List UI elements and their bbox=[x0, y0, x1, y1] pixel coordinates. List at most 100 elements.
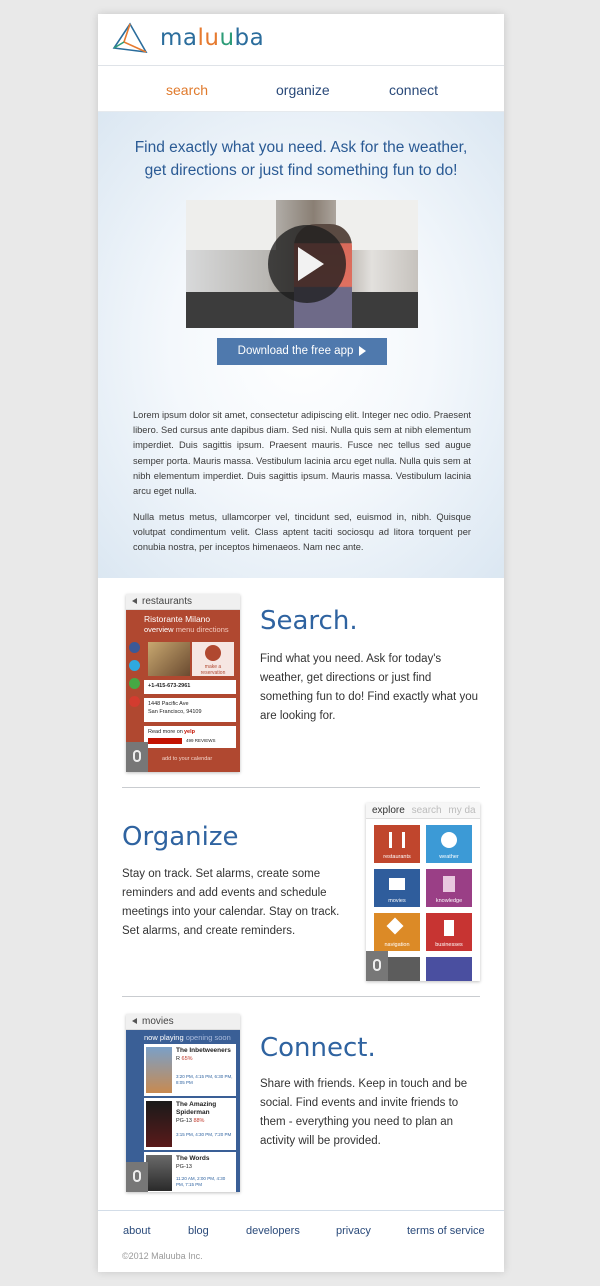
nav-search[interactable]: search bbox=[166, 82, 208, 98]
back-arrow-icon bbox=[132, 598, 137, 605]
phone-header: restaurants bbox=[126, 594, 240, 610]
movie-poster bbox=[146, 1047, 172, 1093]
organize-title: Organize bbox=[122, 822, 239, 852]
video-frame-detail bbox=[186, 200, 276, 250]
wordmark-part: u bbox=[219, 25, 235, 51]
tile-weather[interactable]: weather bbox=[426, 825, 472, 863]
phone-row[interactable]: +1-415-673-2961 bbox=[144, 680, 236, 694]
tab-explore[interactable]: explore bbox=[372, 805, 405, 816]
microphone-icon[interactable] bbox=[366, 951, 388, 981]
twitter-icon[interactable] bbox=[129, 660, 140, 671]
reservation-label: make a reservation bbox=[200, 664, 226, 676]
microphone-icon[interactable] bbox=[126, 1162, 148, 1192]
add-to-calendar[interactable]: add to your calendar bbox=[162, 756, 212, 762]
search-title: Search. bbox=[260, 606, 358, 636]
back-arrow-icon bbox=[132, 1018, 137, 1025]
nav-connect[interactable]: connect bbox=[389, 82, 438, 98]
phone-header: movies bbox=[126, 1014, 240, 1030]
tab-directions[interactable]: directions bbox=[197, 625, 229, 634]
mic-glyph bbox=[373, 959, 381, 971]
movie-title: The Amazing Spiderman bbox=[176, 1101, 217, 1116]
movie-poster bbox=[146, 1155, 172, 1191]
facebook-icon[interactable] bbox=[129, 642, 140, 653]
sun-icon bbox=[441, 832, 457, 848]
tab-overview[interactable]: overview bbox=[144, 625, 174, 634]
hero-title-line: Find exactly what you need. Ask for the … bbox=[134, 139, 468, 156]
rating-stars-icon bbox=[148, 738, 182, 744]
tab-menu[interactable]: menu bbox=[176, 625, 195, 634]
movie-title: The Words bbox=[176, 1155, 210, 1162]
nav-organize[interactable]: organize bbox=[276, 82, 330, 98]
restaurant-name: Ristorante Milano bbox=[144, 614, 211, 624]
brand-wordmark[interactable]: maluuba bbox=[160, 25, 264, 51]
connect-text: Share with friends. Keep in touch and be… bbox=[260, 1078, 468, 1147]
tab-search[interactable]: search bbox=[412, 805, 442, 816]
yelp-read-more: Read more on bbox=[148, 729, 183, 735]
tile-label: restaurants bbox=[383, 854, 411, 860]
tile-knowledge[interactable]: knowledge bbox=[426, 869, 472, 907]
movie-card[interactable]: The Words PG-13 11:20 AM, 2:00 PM, 4:30 … bbox=[144, 1152, 236, 1192]
tile-businesses[interactable]: businesses bbox=[426, 913, 472, 951]
movie-times: 3:15 PM, 4:30 PM, 7:20 PM bbox=[176, 1132, 232, 1137]
message-icon[interactable] bbox=[129, 678, 140, 689]
tab-now-playing[interactable]: now playing bbox=[144, 1033, 184, 1042]
clapper-icon bbox=[389, 878, 405, 890]
tile-label: weather bbox=[439, 854, 459, 860]
footer-link-privacy[interactable]: privacy bbox=[336, 1225, 371, 1237]
tile-restaurants[interactable]: restaurants bbox=[374, 825, 420, 863]
top-nav: search organize connect bbox=[98, 66, 504, 112]
copyright: ©2012 Maluuba Inc. bbox=[122, 1251, 203, 1261]
yelp-logo: yelp bbox=[184, 729, 196, 735]
footer-link-developers[interactable]: developers bbox=[246, 1225, 300, 1237]
movie-tabs: now playing opening soon bbox=[144, 1033, 231, 1042]
restaurant-tabs: overview menu directions bbox=[144, 625, 229, 634]
movie-times: 3:20 PM, 4:15 PM, 6:30 PM, 8:05 PM bbox=[176, 1074, 233, 1085]
movie-score: 65% bbox=[181, 1056, 193, 1062]
movie-title: The Inbetweeners bbox=[176, 1047, 231, 1054]
tab-my-day[interactable]: my da bbox=[448, 805, 475, 816]
footer: about blog developers privacy terms of s… bbox=[98, 1210, 504, 1272]
wordmark-part: ba bbox=[234, 25, 265, 51]
address-row[interactable]: 1448 Pacific Ave San Francisco, 94109 bbox=[144, 698, 236, 722]
hero-title: Find exactly what you need. Ask for the … bbox=[118, 136, 484, 182]
microphone-icon[interactable] bbox=[126, 742, 148, 772]
play-icon[interactable] bbox=[268, 225, 346, 303]
wordmark-part: lu bbox=[197, 25, 220, 51]
download-app-button[interactable]: Download the free app bbox=[217, 338, 387, 365]
address-line1: 1448 Pacific Ave bbox=[148, 701, 189, 707]
tile-label: knowledge bbox=[435, 898, 463, 904]
make-reservation-button[interactable]: make a reservation bbox=[192, 642, 234, 676]
mic-glyph bbox=[133, 750, 141, 762]
tile-movies[interactable]: movies bbox=[374, 869, 420, 907]
phone-number: +1-415-673-2961 bbox=[148, 683, 191, 689]
phone-header-label: movies bbox=[142, 1016, 174, 1027]
logo-bar: maluuba bbox=[98, 14, 504, 66]
tile-partial[interactable] bbox=[426, 957, 472, 981]
movie-score: 88% bbox=[193, 1118, 205, 1124]
play-arrow-icon bbox=[359, 345, 367, 356]
email-icon[interactable] bbox=[129, 696, 140, 707]
yelp-row[interactable]: Read more on yelp 499 REVIEWS bbox=[144, 726, 236, 748]
organize-text: Stay on track. Set alarms, create some r… bbox=[122, 868, 340, 937]
explore-tabs: explore search my da bbox=[366, 803, 480, 819]
footer-link-about[interactable]: about bbox=[123, 1225, 151, 1237]
yelp-reviews: 499 REVIEWS bbox=[186, 738, 216, 743]
direction-icon bbox=[386, 917, 404, 935]
movie-card[interactable]: The Inbetweeners R 65% 3:20 PM, 4:15 PM,… bbox=[144, 1044, 236, 1096]
movie-rating-row: PG-13 88% bbox=[176, 1118, 204, 1124]
tile-label: movies bbox=[388, 898, 406, 904]
footer-link-terms[interactable]: terms of service bbox=[407, 1225, 485, 1237]
movie-rating-row: R 65% bbox=[176, 1056, 193, 1062]
movie-card[interactable]: The Amazing Spiderman PG-13 88% 3:15 PM,… bbox=[144, 1098, 236, 1150]
tile-label: navigation bbox=[384, 942, 410, 948]
video-player[interactable] bbox=[186, 200, 418, 328]
footer-link-blog[interactable]: blog bbox=[188, 1225, 209, 1237]
hero-title-line: get directions or just find something fu… bbox=[144, 162, 458, 179]
building-icon bbox=[444, 920, 454, 936]
download-label: Download the free app bbox=[237, 345, 354, 357]
tile-navigation[interactable]: navigation bbox=[374, 913, 420, 951]
movies-phone-mockup: movies now playing opening soon The Inbe… bbox=[126, 1014, 240, 1192]
tab-opening-soon[interactable]: opening soon bbox=[186, 1033, 231, 1042]
movie-times: 11:20 AM, 2:00 PM, 4:30 PM, 7:15 PM bbox=[176, 1176, 226, 1187]
book-icon bbox=[443, 876, 455, 892]
